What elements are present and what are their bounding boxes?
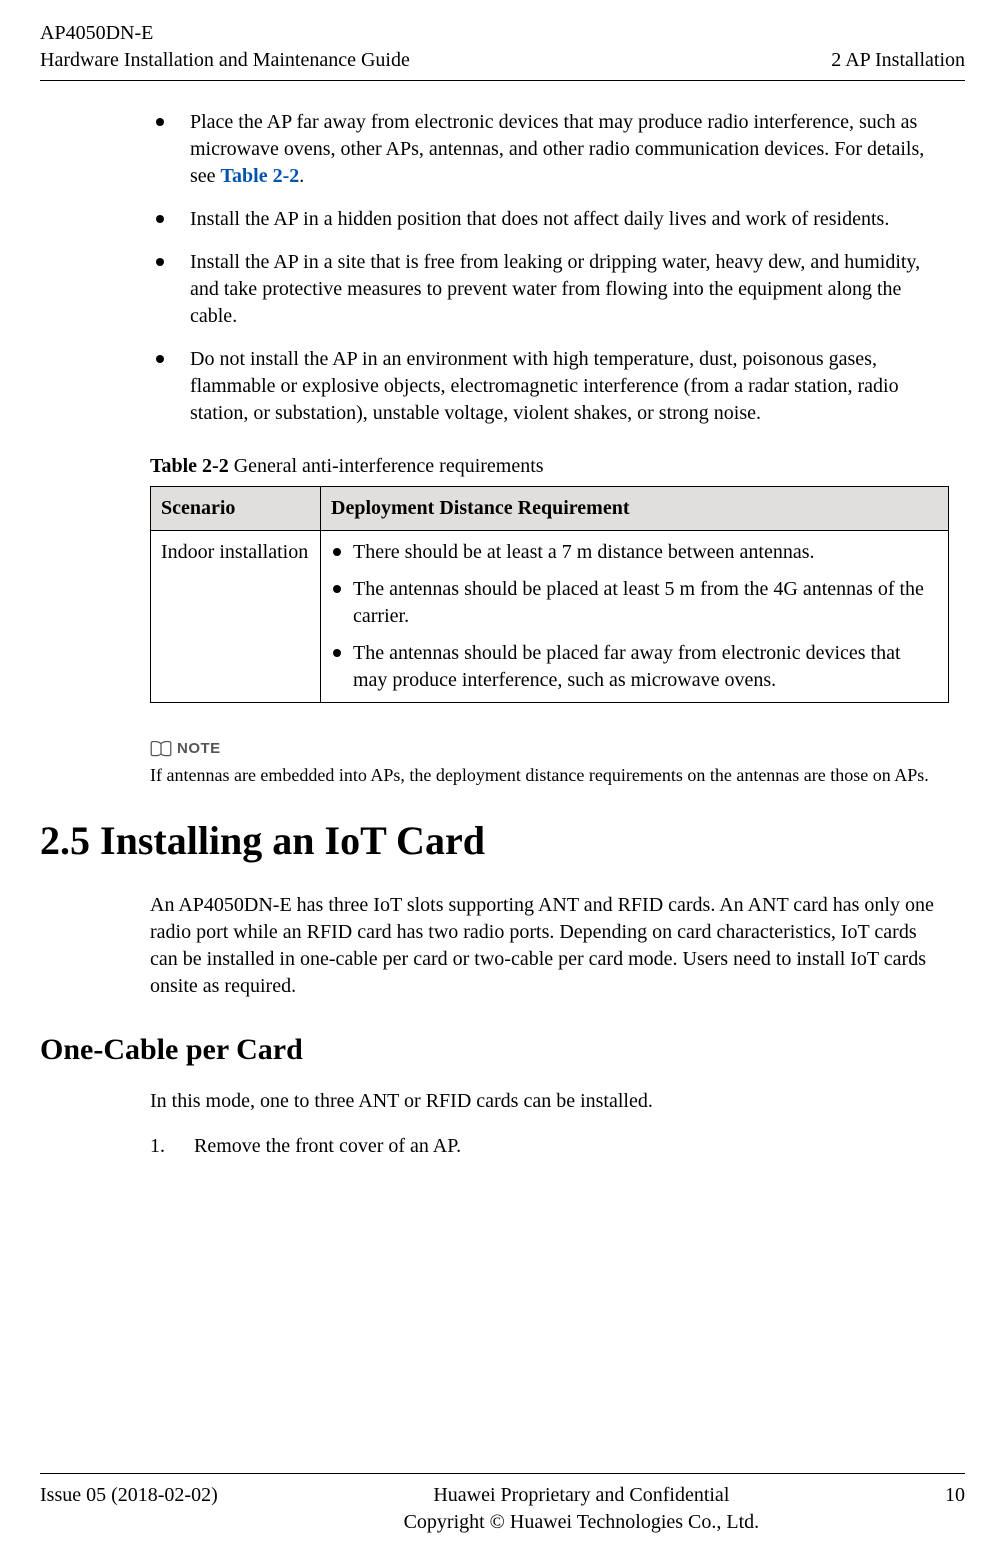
table-cell-requirement: There should be at least a 7 m distance …: [321, 531, 949, 703]
section-intro: An AP4050DN-E has three IoT slots suppor…: [150, 892, 949, 1000]
table-caption-id: Table 2-2: [150, 455, 229, 477]
step-item: Remove the front cover of an AP.: [150, 1133, 949, 1160]
header-right: 2 AP Installation: [831, 47, 965, 74]
chapter-label: 2 AP Installation: [831, 47, 965, 74]
note-label: NOTE: [177, 739, 221, 759]
list-item: The antennas should be placed at least 5…: [331, 576, 938, 630]
page-header: AP4050DN-E Hardware Installation and Mai…: [40, 20, 965, 81]
bullet-text-post: .: [299, 165, 304, 187]
anti-interference-table: Scenario Deployment Distance Requirement…: [150, 486, 949, 703]
list-item: Install the AP in a hidden position that…: [150, 206, 949, 233]
requirements-list: Place the AP far away from electronic de…: [150, 109, 949, 427]
sub-intro: In this mode, one to three ANT or RFID c…: [150, 1088, 949, 1115]
subheading-one-cable: One-Cable per Card: [40, 1030, 949, 1071]
note-block: NOTE If antennas are embedded into APs, …: [150, 739, 949, 788]
steps-list: Remove the front cover of an AP.: [150, 1133, 949, 1160]
table-reference-link[interactable]: Table 2-2: [221, 165, 300, 187]
footer-copyright: Copyright © Huawei Technologies Co., Ltd…: [404, 1509, 760, 1536]
bullet-text: Do not install the AP in an environment …: [190, 348, 899, 424]
note-header: NOTE: [150, 739, 949, 759]
table-header-requirement: Deployment Distance Requirement: [321, 487, 949, 531]
requirement-sublist: There should be at least a 7 m distance …: [331, 539, 938, 694]
note-book-icon: [150, 741, 172, 757]
page-footer: Issue 05 (2018-02-02) Huawei Proprietary…: [40, 1473, 965, 1536]
footer-issue: Issue 05 (2018-02-02): [40, 1482, 218, 1509]
footer-page-number: 10: [945, 1482, 965, 1509]
note-text: If antennas are embedded into APs, the d…: [150, 763, 949, 787]
section-heading-2-5: 2.5 Installing an IoT Card: [40, 814, 949, 868]
bullet-text: Install the AP in a site that is free fr…: [190, 251, 920, 327]
list-item: Install the AP in a site that is free fr…: [150, 249, 949, 330]
footer-center: Huawei Proprietary and Confidential Copy…: [404, 1482, 760, 1536]
product-name: AP4050DN-E: [40, 20, 410, 47]
bullet-text: Install the AP in a hidden position that…: [190, 208, 889, 230]
body: Place the AP far away from electronic de…: [40, 109, 965, 1160]
table-caption: Table 2-2 General anti-interference requ…: [150, 453, 949, 480]
page: AP4050DN-E Hardware Installation and Mai…: [0, 0, 1005, 1566]
footer-propietary: Huawei Proprietary and Confidential: [404, 1482, 760, 1509]
doc-title: Hardware Installation and Maintenance Gu…: [40, 47, 410, 74]
list-item: Place the AP far away from electronic de…: [150, 109, 949, 190]
table-cell-scenario: Indoor installation: [151, 531, 321, 703]
header-left: AP4050DN-E Hardware Installation and Mai…: [40, 20, 410, 74]
table-row: Indoor installation There should be at l…: [151, 531, 949, 703]
list-item: Do not install the AP in an environment …: [150, 346, 949, 427]
table-header-row: Scenario Deployment Distance Requirement: [151, 487, 949, 531]
list-item: There should be at least a 7 m distance …: [331, 539, 938, 566]
table-caption-text: General anti-interference requirements: [229, 455, 544, 477]
list-item: The antennas should be placed far away f…: [331, 640, 938, 694]
table-header-scenario: Scenario: [151, 487, 321, 531]
